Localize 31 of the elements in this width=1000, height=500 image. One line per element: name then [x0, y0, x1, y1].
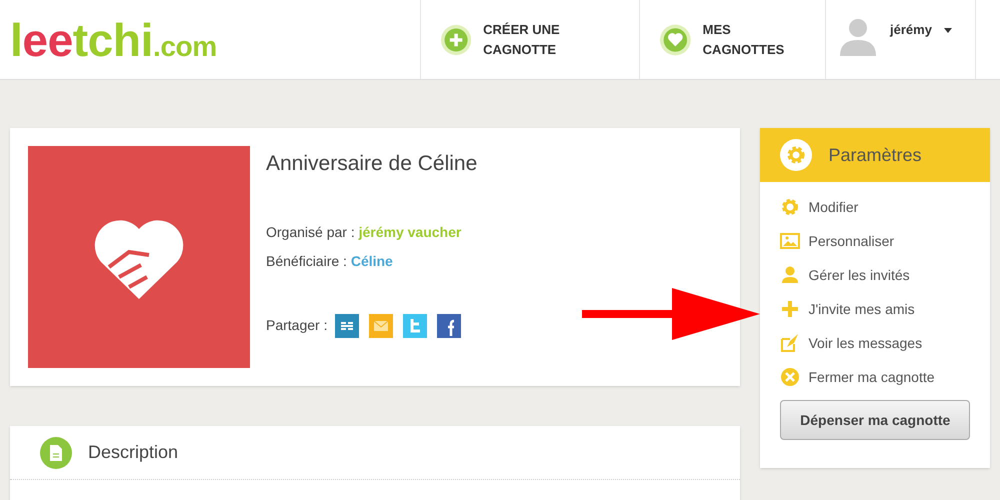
- avatar-icon: [838, 16, 878, 56]
- settings-item[interactable]: Personnaliser: [780, 230, 970, 252]
- close-icon: [780, 367, 800, 387]
- settings-item[interactable]: J'invite mes amis: [780, 298, 970, 320]
- gear-icon: [780, 139, 812, 171]
- nav-link[interactable]: CRÉER UNE CAGNOTTE: [420, 0, 639, 79]
- organizer-line: Organisé par : jérémy vaucher: [266, 222, 462, 242]
- share-label: Partager :: [266, 316, 328, 335]
- heart-hands-icon: [28, 146, 250, 368]
- plus-icon: [441, 22, 472, 56]
- twitter-icon[interactable]: [403, 314, 428, 338]
- nav-link[interactable]: MES CAGNOTTES: [639, 0, 825, 79]
- document-icon: [40, 436, 72, 468]
- settings-item[interactable]: Gérer les invités: [780, 264, 970, 286]
- caret-icon: [944, 28, 952, 33]
- settings-title: Paramètres: [828, 144, 922, 166]
- settings-item[interactable]: Fermer ma cagnotte: [780, 366, 970, 388]
- user-menu[interactable]: jérémy: [825, 0, 976, 79]
- facebook-icon[interactable]: [437, 314, 462, 338]
- description-title: Description: [88, 441, 178, 464]
- gear-icon: [780, 197, 800, 217]
- settings-item[interactable]: Voir les messages: [780, 332, 970, 354]
- beneficiary-line: Bénéficiaire : Céline: [266, 252, 394, 270]
- edit-icon: [780, 333, 800, 353]
- spend-button[interactable]: Dépenser ma cagnotte: [780, 400, 970, 440]
- person-icon: [780, 265, 800, 285]
- logo[interactable]: leetchi.com: [10, 16, 217, 62]
- image-icon: [780, 231, 800, 251]
- settings-item[interactable]: Modifier: [780, 196, 970, 218]
- pot-title: Anniversaire de Céline: [266, 151, 478, 177]
- plus-icon: [780, 299, 800, 319]
